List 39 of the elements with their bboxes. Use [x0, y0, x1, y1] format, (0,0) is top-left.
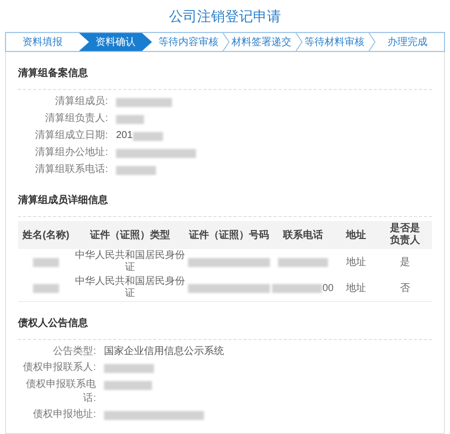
column-header: 证件（证照）号码	[188, 228, 270, 242]
page-title: 公司注销登记申请	[169, 6, 281, 26]
column-header: 地址	[344, 228, 367, 242]
column-header: 是否是负责人	[389, 223, 421, 247]
section-heading: 债权人公告信息	[18, 318, 88, 329]
field-label: 清算组负责人:	[44, 112, 109, 126]
redacted-value	[272, 284, 322, 292]
field-value: 国家企业信用信息公示系统	[104, 345, 224, 359]
section-heading: 清算组备案信息	[18, 68, 88, 79]
redacted-value	[33, 284, 59, 292]
field-label: 债权申报地址:	[32, 408, 97, 422]
table-cell-text: 是	[400, 256, 410, 270]
redacted-value	[278, 258, 328, 266]
table-cell-text: 地址	[346, 256, 366, 270]
field-label: 清算组联系电话:	[34, 163, 109, 177]
table-cell: 中华人民共和国居民身份证	[74, 250, 186, 274]
redacted-value	[116, 98, 172, 107]
step-tab[interactable]: 资料确认	[79, 33, 152, 51]
field-label: 清算组成立日期:	[34, 129, 109, 143]
field-label: 债权申报联系电话:	[25, 378, 97, 406]
redacted-value	[104, 381, 152, 390]
redacted-value	[104, 364, 154, 373]
table-cell-text: 地址	[346, 282, 366, 296]
column-header: 姓名(名称)	[21, 228, 70, 242]
field-label: 债权申报联系人:	[22, 361, 97, 375]
section-heading: 清算组成员详细信息	[18, 195, 108, 206]
field-label: 公告类型:	[52, 345, 97, 359]
column-header: 证件（证照）类型	[88, 228, 171, 242]
field-label: 清算组办公地址:	[34, 146, 109, 160]
redacted-value	[116, 166, 156, 175]
field-label: 清算组成员:	[54, 95, 109, 109]
redacted-value	[116, 115, 144, 124]
table-cell: 中华人民共和国居民身份证	[74, 276, 186, 300]
field-value: 201	[116, 129, 133, 143]
table-cell-text: 00	[322, 282, 334, 296]
redacted-value	[33, 258, 59, 266]
column-header: 联系电话	[282, 228, 324, 242]
table-cell-text: 否	[400, 282, 410, 296]
redacted-value	[132, 132, 163, 141]
